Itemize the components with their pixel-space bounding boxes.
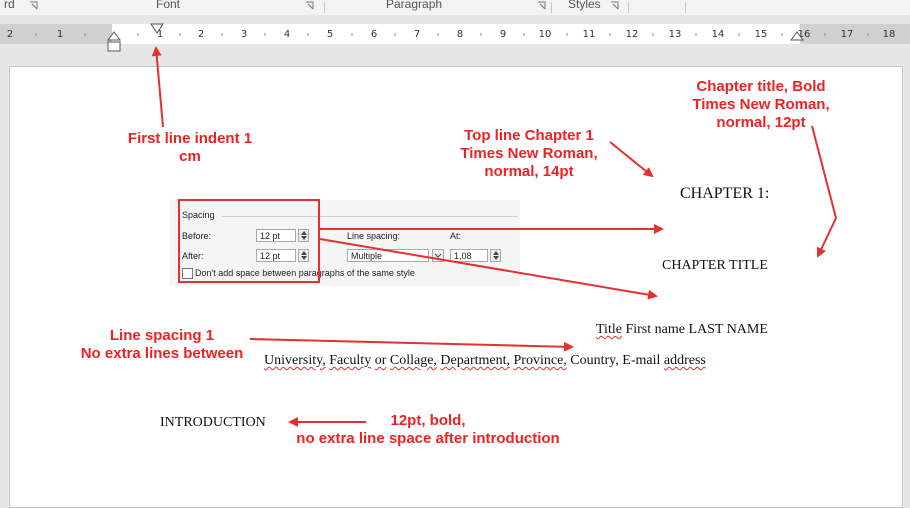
arrow-spacing-bottom <box>319 238 658 300</box>
arrow-top-line <box>609 141 654 178</box>
annotation-arrows <box>151 46 838 427</box>
arrow-chapter-title <box>811 125 838 258</box>
arrow-first-line-indent <box>151 46 164 128</box>
arrow-line-spacing <box>249 338 574 352</box>
